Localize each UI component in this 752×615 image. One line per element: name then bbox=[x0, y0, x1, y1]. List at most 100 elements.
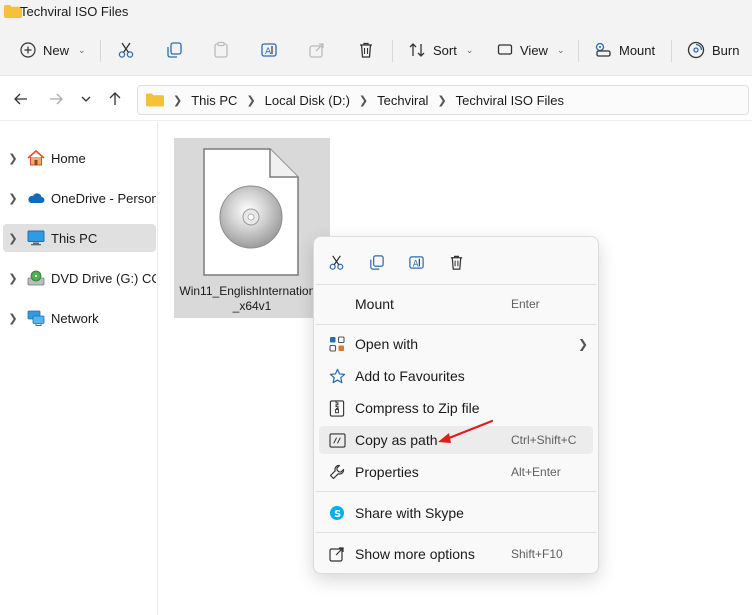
sidebar-item-network[interactable]: ❯ Network bbox=[3, 304, 156, 332]
network-icon bbox=[26, 309, 46, 327]
copy-icon bbox=[369, 254, 384, 270]
sidebar-item-label: Network bbox=[51, 310, 99, 326]
navigation-bar: ❯ This PC ❯ Local Disk (D:) ❯ Techviral … bbox=[0, 77, 752, 121]
menu-item-label: Open with bbox=[355, 336, 419, 352]
menu-item-show-more-options[interactable]: Show more options Shift+F10 bbox=[319, 540, 593, 568]
chevron-right-icon[interactable]: ❯ bbox=[3, 272, 23, 285]
chevron-right-icon: ❯ bbox=[437, 94, 447, 107]
chevron-down-icon bbox=[81, 96, 91, 102]
menu-item-label: Show more options bbox=[355, 546, 475, 562]
recent-locations-button[interactable] bbox=[76, 89, 96, 109]
copy-icon bbox=[167, 42, 182, 58]
breadcrumb-drive[interactable]: Local Disk (D:) bbox=[265, 93, 350, 108]
chevron-down-icon: ⌄ bbox=[78, 44, 86, 55]
cut-icon bbox=[118, 42, 134, 58]
cut-button[interactable] bbox=[117, 36, 135, 64]
sidebar-item-this-pc[interactable]: ❯ This PC bbox=[3, 224, 156, 252]
svg-text:A: A bbox=[265, 47, 272, 57]
chevron-right-icon: ❯ bbox=[173, 94, 183, 107]
burn-button[interactable]: Burn bbox=[687, 36, 739, 64]
menu-item-label: Share with Skype bbox=[355, 505, 464, 521]
file-name-line-2: _x64v1 bbox=[232, 299, 272, 313]
chevron-right-icon[interactable]: ❯ bbox=[3, 192, 23, 205]
menu-item-mount[interactable]: Mount Enter bbox=[319, 290, 593, 318]
menu-item-shortcut: Alt+Enter bbox=[511, 465, 561, 479]
arrow-left-icon bbox=[14, 93, 27, 105]
more-options-icon bbox=[323, 546, 351, 562]
sidebar-item-label: DVD Drive (G:) CCCO bbox=[51, 270, 156, 286]
divider bbox=[671, 40, 672, 62]
menu-item-label: Add to Favourites bbox=[355, 368, 465, 384]
address-bar[interactable]: ❯ This PC ❯ Local Disk (D:) ❯ Techviral … bbox=[137, 85, 749, 115]
command-bar: New ⌄ A Sort ⌄ View ⌄ Mount Burn bbox=[0, 24, 752, 76]
divider bbox=[578, 40, 579, 62]
chevron-down-icon: ⌄ bbox=[556, 44, 565, 55]
mount-icon bbox=[595, 42, 611, 57]
forward-button[interactable] bbox=[46, 89, 66, 109]
sidebar-item-label: Home bbox=[51, 150, 86, 166]
sidebar-item-dvd-drive[interactable]: ❯ DVD Drive (G:) CCCO bbox=[3, 264, 156, 292]
context-cut-button[interactable] bbox=[323, 249, 349, 275]
menu-item-open-with[interactable]: Open with ❯ bbox=[319, 330, 593, 358]
divider bbox=[100, 40, 101, 62]
title-bar: Techviral ISO Files bbox=[0, 0, 752, 24]
star-icon bbox=[323, 368, 351, 385]
sort-button[interactable]: Sort ⌄ bbox=[408, 36, 473, 64]
rename-icon: A bbox=[261, 43, 277, 57]
context-delete-button[interactable] bbox=[443, 249, 469, 275]
cut-icon bbox=[329, 255, 343, 270]
menu-item-properties[interactable]: Properties Alt+Enter bbox=[319, 458, 593, 486]
arrow-up-icon bbox=[109, 92, 121, 105]
file-item-selected[interactable]: Win11_EnglishInternational _x64v1 bbox=[174, 138, 330, 318]
skype-icon: S bbox=[323, 505, 351, 521]
context-copy-button[interactable] bbox=[363, 249, 389, 275]
svg-text:S: S bbox=[334, 509, 341, 520]
copy-button[interactable] bbox=[165, 36, 183, 64]
mount-button[interactable]: Mount bbox=[594, 36, 655, 64]
menu-item-share-with-skype[interactable]: S Share with Skype bbox=[319, 499, 593, 527]
paste-icon bbox=[214, 41, 228, 58]
annotation-arrow-icon bbox=[438, 419, 494, 443]
menu-item-label: Compress to Zip file bbox=[355, 400, 480, 416]
view-label: View bbox=[520, 42, 548, 58]
paste-button[interactable] bbox=[212, 36, 230, 64]
sidebar-item-onedrive[interactable]: ❯ OneDrive - Personal bbox=[3, 184, 156, 212]
breadcrumb-current-folder[interactable]: Techviral ISO Files bbox=[456, 93, 564, 108]
sort-icon bbox=[409, 43, 425, 57]
navigation-pane: ❯ Home ❯ OneDrive - Personal ❯ This PC ❯… bbox=[0, 122, 158, 615]
chevron-right-icon[interactable]: ❯ bbox=[3, 312, 23, 325]
home-icon bbox=[26, 149, 46, 167]
trash-icon bbox=[360, 42, 372, 58]
delete-button[interactable] bbox=[357, 36, 375, 64]
chevron-right-icon[interactable]: ❯ bbox=[3, 152, 23, 165]
breadcrumb-techviral[interactable]: Techviral bbox=[377, 93, 428, 108]
back-button[interactable] bbox=[11, 89, 31, 109]
chevron-right-icon: ❯ bbox=[577, 337, 589, 351]
folder-icon bbox=[146, 93, 164, 107]
menu-item-add-to-favourites[interactable]: Add to Favourites bbox=[319, 362, 593, 390]
menu-separator bbox=[316, 491, 596, 492]
cloud-icon bbox=[26, 189, 46, 207]
context-menu: A Mount Enter Open with ❯ Add to Favouri… bbox=[313, 236, 599, 574]
menu-separator bbox=[316, 324, 596, 325]
chevron-right-icon[interactable]: ❯ bbox=[3, 232, 23, 245]
context-rename-button[interactable]: A bbox=[403, 249, 429, 275]
menu-item-shortcut: Enter bbox=[511, 297, 540, 311]
menu-item-shortcut: Ctrl+Shift+C bbox=[511, 433, 577, 447]
breadcrumb-this-pc[interactable]: This PC bbox=[191, 93, 237, 108]
share-button[interactable] bbox=[308, 36, 326, 64]
svg-text:A: A bbox=[412, 259, 418, 269]
plus-circle-icon bbox=[20, 42, 36, 58]
menu-separator bbox=[316, 532, 596, 533]
new-button[interactable]: New ⌄ bbox=[20, 36, 86, 64]
menu-separator bbox=[316, 284, 596, 285]
arrow-right-icon bbox=[50, 93, 63, 105]
burn-icon bbox=[687, 41, 705, 59]
menu-item-label: Properties bbox=[355, 464, 419, 480]
sort-label: Sort bbox=[433, 42, 457, 58]
view-button[interactable]: View ⌄ bbox=[497, 36, 565, 64]
up-button[interactable] bbox=[105, 89, 125, 109]
trash-icon bbox=[450, 255, 462, 270]
rename-button[interactable]: A bbox=[260, 36, 278, 64]
sidebar-item-home[interactable]: ❯ Home bbox=[3, 144, 156, 172]
